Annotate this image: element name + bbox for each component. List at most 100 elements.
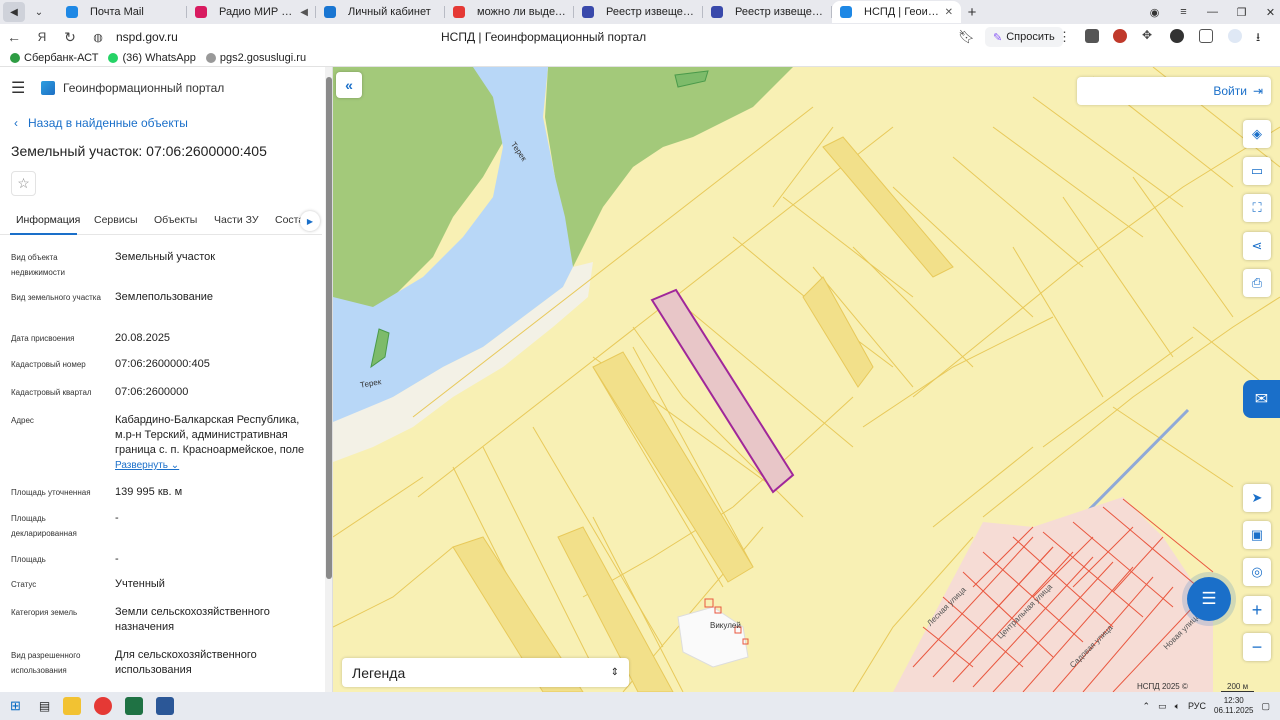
active-tab-underline	[10, 233, 77, 235]
chevron-up-icon[interactable]: ⌃	[1143, 701, 1151, 712]
chat-side-button[interactable]: ✉	[1243, 380, 1280, 418]
property-value: Для сельскохозяйственного использования	[115, 649, 257, 676]
tab-title: Реестр извещений	[735, 6, 824, 18]
volume-icon[interactable]: 🔈︎	[1175, 701, 1180, 712]
minimize-button[interactable]: —	[1198, 6, 1227, 18]
browser-tab[interactable]: можно ли выделить доли	[445, 1, 574, 23]
site-info-icon[interactable]: ◍	[84, 31, 112, 44]
property-label: Вид земельного участка	[11, 293, 101, 302]
excel-icon[interactable]	[125, 697, 144, 715]
login-button[interactable]: Войти ⇥	[1077, 77, 1271, 105]
network-icon[interactable]: ▭	[1158, 701, 1167, 712]
property-value: -	[115, 512, 119, 524]
bookmark-label: (36) WhatsApp	[122, 52, 196, 64]
expand-address-link[interactable]: Развернуть ⌄	[115, 458, 320, 473]
map-canvas[interactable]	[333, 67, 1280, 692]
puzzle-icon[interactable]: ✥	[1142, 28, 1156, 42]
info-tab[interactable]: Информация	[16, 214, 80, 226]
media-icon[interactable]	[1170, 29, 1184, 43]
yandex-browser-icon[interactable]	[94, 697, 113, 715]
more-icon[interactable]: ⋮	[1058, 29, 1071, 45]
bookmark-icon[interactable]: 🔖︎	[958, 29, 975, 45]
select-area-icon[interactable]: ⛶	[1243, 194, 1271, 222]
clock-date: 06.11.2025	[1214, 706, 1254, 715]
bookmark-item[interactable]: pgs2.gosuslugi.ru	[205, 52, 306, 64]
panel-scrollbar[interactable]	[325, 67, 332, 692]
extension-icon[interactable]	[1085, 29, 1099, 43]
minimap-icon[interactable]: ▣	[1243, 521, 1271, 549]
property-label: Площадь декларированная	[11, 514, 77, 538]
tab-sound-icon[interactable]: ◀	[300, 7, 308, 18]
task-view-icon[interactable]: ▤	[39, 699, 50, 713]
browser-tab[interactable]: Радио МИР — слуш ◀	[187, 1, 316, 23]
collections-icon[interactable]	[1199, 29, 1213, 43]
tab-favicon-icon	[195, 6, 207, 18]
property-value: 07:06:2600000	[115, 386, 189, 398]
download-icon[interactable]: ⭳	[1256, 28, 1270, 44]
windows-start-icon[interactable]: ⊞	[10, 698, 21, 714]
info-tab[interactable]: Части ЗУ	[214, 214, 259, 226]
scrollbar-thumb[interactable]	[326, 77, 332, 579]
tab-menu-chevron-icon[interactable]: ⌄	[28, 2, 50, 22]
tabs-scroll-right-icon[interactable]: ▶	[300, 211, 320, 231]
layers-icon[interactable]: ◈	[1243, 120, 1271, 148]
yandex-icon[interactable]: Я	[28, 30, 56, 44]
info-tabs: Соста Части ЗУ Объекты Сервисы Информация ▶	[0, 211, 322, 235]
expand-label: Развернуть	[115, 460, 169, 471]
property-value: Землепользование	[115, 291, 214, 303]
property-label: Вид объекта недвижимости	[11, 253, 65, 277]
close-button[interactable]: ✕	[1256, 6, 1280, 19]
browser-tab[interactable]: Реестр извещений	[703, 1, 832, 23]
file-explorer-icon[interactable]	[63, 697, 82, 715]
bookmark-item[interactable]: Сбербанк-АСТ	[10, 52, 98, 64]
collapse-panel-button[interactable]: «	[336, 72, 362, 98]
reload-icon[interactable]: ↻	[56, 29, 84, 46]
tab-close-icon[interactable]: ✕	[945, 7, 953, 18]
bookmark-item[interactable]: (36) WhatsApp	[108, 52, 196, 64]
notifications-icon[interactable]: ▢	[1261, 701, 1270, 712]
browser-tab[interactable]: Личный кабинет	[316, 1, 445, 23]
zoom-out-button[interactable]: −	[1243, 633, 1271, 661]
browser-tab[interactable]: Почта Mail	[58, 1, 187, 23]
browser-tab[interactable]: НСПД | Геоинформац ✕	[832, 1, 961, 23]
panel-header: ☰ Геоинформационный портал	[11, 78, 224, 98]
locate-icon[interactable]: ◎	[1243, 558, 1271, 586]
property-label: Площадь	[11, 555, 46, 564]
zoom-in-button[interactable]: +	[1243, 596, 1271, 624]
tab-favicon-icon	[711, 6, 723, 18]
support-chat-icon[interactable]: ☰	[1187, 577, 1231, 621]
url-field[interactable]: nspd.gov.ru	[116, 30, 178, 44]
print-icon[interactable]: ⎙	[1243, 269, 1271, 297]
alice-icon[interactable]	[1228, 29, 1242, 43]
sound-icon[interactable]: ◀	[3, 2, 25, 22]
profile-icon[interactable]: ◉	[1140, 6, 1169, 19]
ask-button[interactable]: ✎ Спросить	[985, 27, 1063, 47]
ruler-icon[interactable]: ▭	[1243, 157, 1271, 185]
info-tab[interactable]: Сервисы	[94, 214, 138, 226]
browser-tab[interactable]: Реестр извещений	[574, 1, 703, 23]
extension-icon[interactable]	[1113, 29, 1127, 43]
login-icon: ⇥	[1252, 84, 1263, 98]
object-title: Земельный участок: 07:06:2600000:405	[11, 143, 267, 159]
back-link[interactable]: ‹ Назад в найденные объекты	[14, 116, 188, 130]
back-icon[interactable]: ←	[0, 29, 28, 45]
copyright-text: НСПД 2025 ©	[1137, 682, 1188, 691]
bookmark-favicon-icon	[108, 53, 119, 63]
language-indicator[interactable]: РУС	[1188, 701, 1206, 711]
word-icon[interactable]	[156, 697, 175, 715]
share-icon[interactable]: ⋖	[1243, 232, 1271, 260]
hamburger-menu-icon[interactable]: ☰	[11, 78, 31, 98]
property-label: Кадастровый квартал	[11, 388, 92, 397]
bookmark-label: Сбербанк-АСТ	[24, 52, 99, 64]
menu-icon[interactable]: ≡	[1169, 6, 1198, 18]
info-tab[interactable]: Объекты	[154, 214, 197, 226]
address-bar: ← Я ↻ ◍ nspd.gov.ru НСПД | Геоинформацио…	[0, 24, 1280, 50]
favorite-star-icon[interactable]: ☆	[11, 171, 36, 196]
map-view[interactable]: Терек Терек Викулей Центральная улица Ле…	[333, 67, 1280, 692]
clock[interactable]: 12:30 06.11.2025	[1214, 696, 1253, 716]
navigate-icon[interactable]: ➤	[1243, 484, 1271, 512]
new-tab-button[interactable]: +	[961, 1, 983, 23]
restore-button[interactable]: ❐	[1227, 6, 1256, 19]
tab-title: можно ли выделить доли	[477, 6, 566, 18]
legend-dropdown[interactable]: Легенда ⇕	[342, 658, 629, 687]
